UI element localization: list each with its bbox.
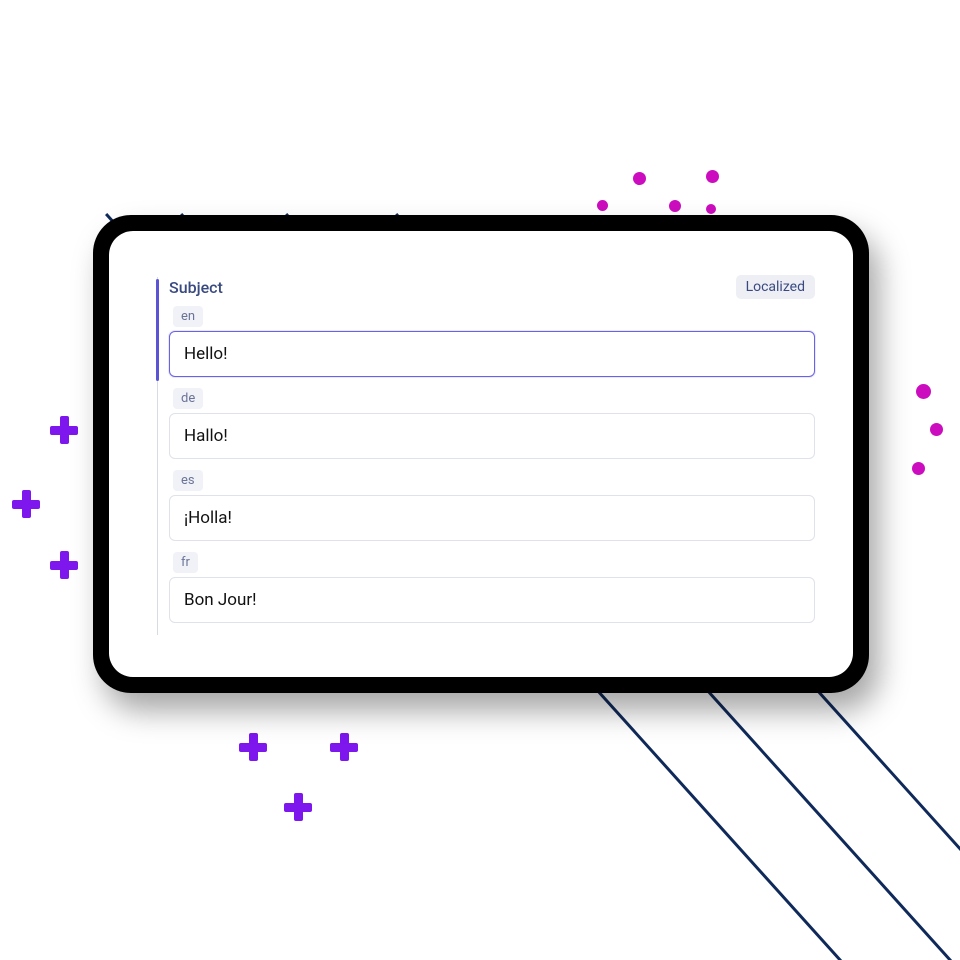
decoration-dot [916,384,931,399]
decoration-plus-icon [12,490,40,518]
locale-field-de: de [169,387,815,459]
decoration-plus-icon [330,733,358,761]
decoration-dot [669,200,681,212]
locale-tag: fr [173,552,198,573]
subject-input-fr[interactable] [169,577,815,623]
localized-badge: Localized [736,275,815,299]
decoration-plus-icon [50,416,78,444]
decoration-dot [633,172,646,185]
decoration-line [705,688,960,960]
subject-input-de[interactable] [169,413,815,459]
decoration-plus-icon [239,733,267,761]
panel-title: Subject [169,278,223,297]
locale-tag: es [173,470,203,491]
tablet-frame: Subject Localized en de es fr [93,215,869,693]
decoration-dot [597,200,608,211]
locale-field-fr: fr [169,551,815,623]
locale-tag: de [173,388,203,409]
locale-tag: en [173,306,203,327]
subject-input-es[interactable] [169,495,815,541]
decoration-dot [930,423,943,436]
subject-panel: Subject Localized en de es fr [157,275,815,623]
panel-header: Subject Localized [169,275,815,299]
app-screen: Subject Localized en de es fr [109,231,853,677]
decoration-line [595,688,858,960]
decoration-dot [706,204,716,214]
decoration-plus-icon [50,551,78,579]
decoration-plus-icon [284,793,312,821]
subject-input-en[interactable] [169,331,815,377]
decoration-dot [706,170,719,183]
locale-field-en: en [169,305,815,377]
decoration-line [815,688,960,960]
decoration-dot [912,462,925,475]
locale-field-es: es [169,469,815,541]
